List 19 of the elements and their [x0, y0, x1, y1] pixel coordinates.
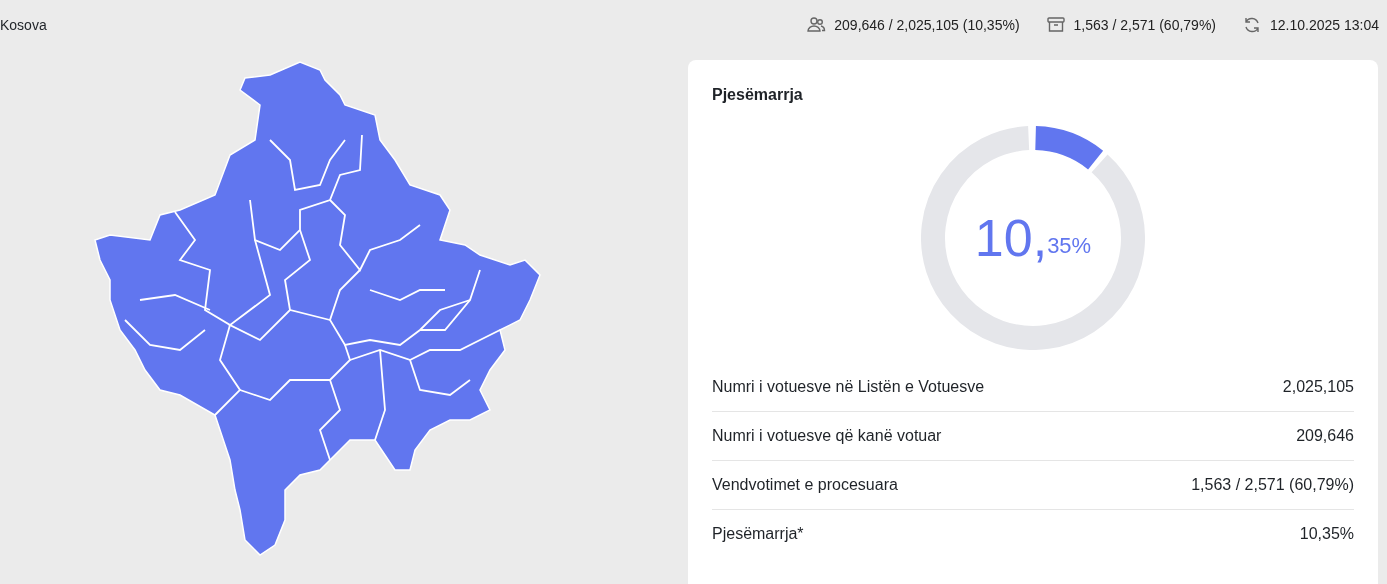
refresh-icon [1242, 15, 1262, 35]
stat-text: 1,563 / 2,571 (60,79%) [1073, 17, 1216, 33]
row-value: 1,563 / 2,571 (60,79%) [1191, 476, 1354, 494]
people-icon [806, 15, 827, 35]
stat-text: 12.10.2025 13:04 [1270, 17, 1379, 33]
row-label: Vendvotimet e procesuara [712, 476, 898, 494]
row-value: 209,646 [1296, 427, 1354, 445]
row-label: Pjesëmarrja* [712, 525, 804, 543]
row-label: Numri i votuesve që kanë votuar [712, 427, 942, 445]
stat-text: 209,646 / 2,025,105 (10,35%) [834, 17, 1020, 33]
turnout-decimals: 35% [1047, 233, 1092, 259]
row-value: 2,025,105 [1282, 378, 1354, 396]
gauge-fill [1034, 126, 1103, 170]
row-value: 10,35% [1299, 525, 1354, 543]
archive-icon [1045, 15, 1066, 35]
card-title: Pjesëmarrja [712, 86, 804, 104]
row-label: Numri i votuesve në Listën e Votuesve [712, 378, 985, 396]
turnout-percent: 10, [974, 212, 1048, 264]
region-label: Kosova [0, 17, 47, 33]
